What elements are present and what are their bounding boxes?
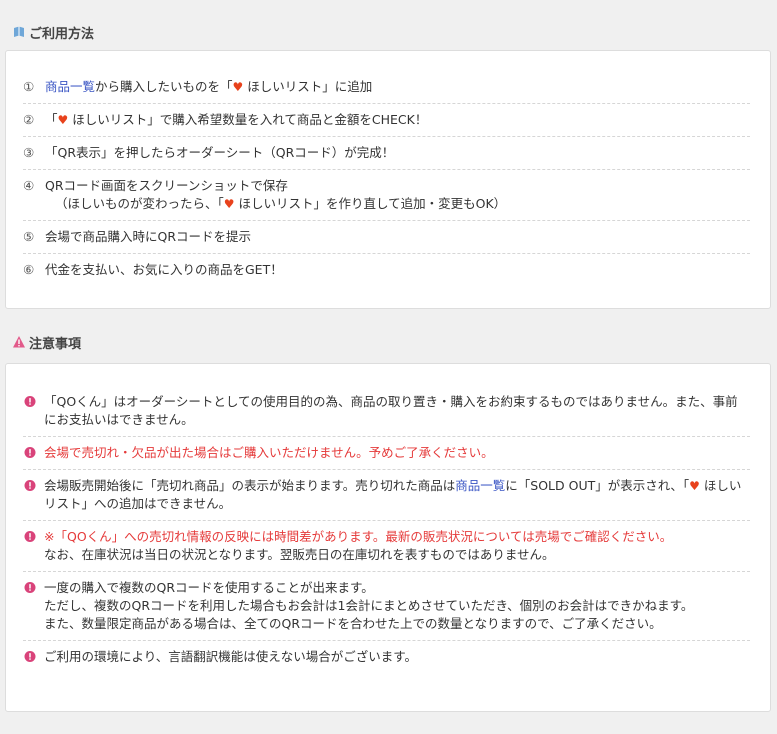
heart-icon: ♥ [232,80,244,94]
book-icon [14,26,24,37]
step-3: ③ 「QR表示」を押したらオーダーシート（QRコード）が完成！ [23,137,750,170]
usage-section-header: ご利用方法 [12,22,94,42]
step-4: ④ QRコード画面をスクリーンショットで保存 （ほしいものが変わったら、「♥ ほ… [23,170,750,221]
note-item: 一度の購入で複数のQRコードを使用することが出来ます。 ただし、複数のQRコードを… [23,572,750,641]
step-2: ② 「♥ ほしいリスト」で購入希望数量を入れて商品と金額をCHECK！ [23,104,750,137]
note-item: ※「QOくん」への売切れ情報の反映には時間差があります。最新の販売状況については… [23,521,750,572]
usage-title: ご利用方法 [29,26,95,42]
product-list-link[interactable]: 商品一覧 [455,478,505,493]
exclamation-icon [24,480,36,491]
step-6: ⑥ 代金を支払い、お気に入りの商品をGET！ [23,262,283,277]
exclamation-icon [24,396,36,407]
step-number: ⑥ [23,262,35,277]
step-number: ⑤ [23,229,35,244]
heart-icon: ♥ [689,479,700,493]
step-number: ③ [23,145,35,160]
step-5: ⑤ 会場で商品購入時にQRコードを提示 [23,221,750,254]
step-number: ④ [23,178,35,193]
note-item: 「QOくん」はオーダーシートとしての使用目的の為、商品の取り置き・購入をお約束す… [23,386,750,437]
note-item: ご利用の環境により、言語翻訳機能は使えない場合がございます。 [23,641,750,673]
exclamation-icon [24,531,36,542]
warning-icon [13,336,25,348]
heart-icon: ♥ [57,113,69,127]
page: ご利用方法 ① 商品一覧から購入したいものを「♥ ほしいリスト」に追加 ② 「♥… [0,0,777,734]
note-item: 会場販売開始後に「売切れ商品」の表示が始まります。売り切れた商品は商品一覧に「S… [23,470,750,521]
exclamation-icon [24,651,36,662]
step-1: ① 商品一覧から購入したいものを「♥ ほしいリスト」に追加 [23,71,750,104]
usage-steps: ① 商品一覧から購入したいものを「♥ ほしいリスト」に追加 ② 「♥ ほしいリス… [23,71,750,286]
notes-card: 「QOくん」はオーダーシートとしての使用目的の為、商品の取り置き・購入をお約束す… [5,363,771,712]
heart-icon: ♥ [223,197,235,211]
step-number: ② [23,112,35,127]
notes-list: 「QOくん」はオーダーシートとしての使用目的の為、商品の取り置き・購入をお約束す… [23,386,750,673]
product-list-link[interactable]: 商品一覧 [45,79,95,94]
notes-section-header: 注意事項 [12,332,81,352]
exclamation-icon [24,582,36,593]
notes-title: 注意事項 [29,336,82,352]
exclamation-icon [24,447,36,458]
usage-card: ① 商品一覧から購入したいものを「♥ ほしいリスト」に追加 ② 「♥ ほしいリス… [5,50,771,309]
step-number: ① [23,79,35,94]
note-item: 会場で売切れ・欠品が出た場合はご購入いただけません。予めご了承ください。 [23,437,750,470]
